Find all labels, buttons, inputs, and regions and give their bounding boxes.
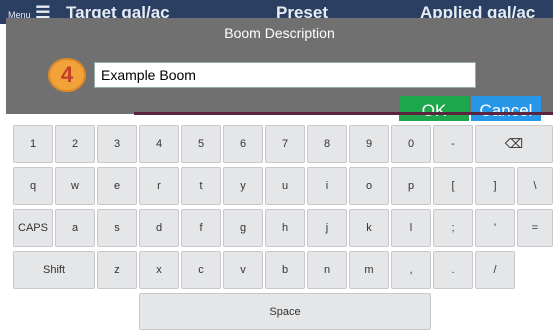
step-number-badge: 4 (48, 58, 86, 92)
backspace-key[interactable]: ⌫ (475, 125, 553, 163)
key-slash[interactable]: / (475, 251, 515, 289)
key-4[interactable]: 4 (139, 125, 179, 163)
key-apostrophe[interactable]: ' (475, 209, 515, 247)
key-minus[interactable]: - (433, 125, 473, 163)
key-x[interactable]: x (139, 251, 179, 289)
key-n[interactable]: n (307, 251, 347, 289)
key-g[interactable]: g (223, 209, 263, 247)
key-equals[interactable]: = (517, 209, 553, 247)
key-period[interactable]: . (433, 251, 473, 289)
backspace-icon: ⌫ (504, 136, 524, 151)
key-h[interactable]: h (265, 209, 305, 247)
key-7[interactable]: 7 (265, 125, 305, 163)
key-0[interactable]: 0 (391, 125, 431, 163)
key-y[interactable]: y (223, 167, 263, 205)
key-u[interactable]: u (265, 167, 305, 205)
key-e[interactable]: e (97, 167, 137, 205)
key-1[interactable]: 1 (13, 125, 53, 163)
key-left-bracket[interactable]: [ (433, 167, 473, 205)
key-m[interactable]: m (349, 251, 389, 289)
key-2[interactable]: 2 (55, 125, 95, 163)
key-t[interactable]: t (181, 167, 221, 205)
key-9[interactable]: 9 (349, 125, 389, 163)
key-r[interactable]: r (139, 167, 179, 205)
key-o[interactable]: o (349, 167, 389, 205)
key-z[interactable]: z (97, 251, 137, 289)
dialog-title: Boom Description (224, 25, 335, 41)
key-3[interactable]: 3 (97, 125, 137, 163)
key-j[interactable]: j (307, 209, 347, 247)
key-l[interactable]: l (391, 209, 431, 247)
key-backslash[interactable]: \ (517, 167, 553, 205)
key-6[interactable]: 6 (223, 125, 263, 163)
key-a[interactable]: a (55, 209, 95, 247)
key-w[interactable]: w (55, 167, 95, 205)
key-p[interactable]: p (391, 167, 431, 205)
key-q[interactable]: q (13, 167, 53, 205)
key-v[interactable]: v (223, 251, 263, 289)
key-semicolon[interactable]: ; (433, 209, 473, 247)
on-screen-keyboard: 1 2 3 4 5 6 7 8 9 0 - ⌫ q w e r t y u i … (9, 121, 553, 330)
key-c[interactable]: c (181, 251, 221, 289)
key-comma[interactable]: , (391, 251, 431, 289)
caps-lock-key[interactable]: CAPS (13, 209, 53, 247)
key-i[interactable]: i (307, 167, 347, 205)
key-5[interactable]: 5 (181, 125, 221, 163)
key-right-bracket[interactable]: ] (475, 167, 515, 205)
boom-description-dialog: Boom Description 4 OK Cancel (6, 18, 553, 126)
boom-description-input[interactable] (94, 62, 476, 88)
key-8[interactable]: 8 (307, 125, 347, 163)
key-k[interactable]: k (349, 209, 389, 247)
key-f[interactable]: f (181, 209, 221, 247)
space-key[interactable]: Space (139, 293, 431, 330)
shift-key[interactable]: Shift (13, 251, 95, 289)
key-s[interactable]: s (97, 209, 137, 247)
key-b[interactable]: b (265, 251, 305, 289)
key-d[interactable]: d (139, 209, 179, 247)
dialog-accent-bar (134, 112, 553, 115)
